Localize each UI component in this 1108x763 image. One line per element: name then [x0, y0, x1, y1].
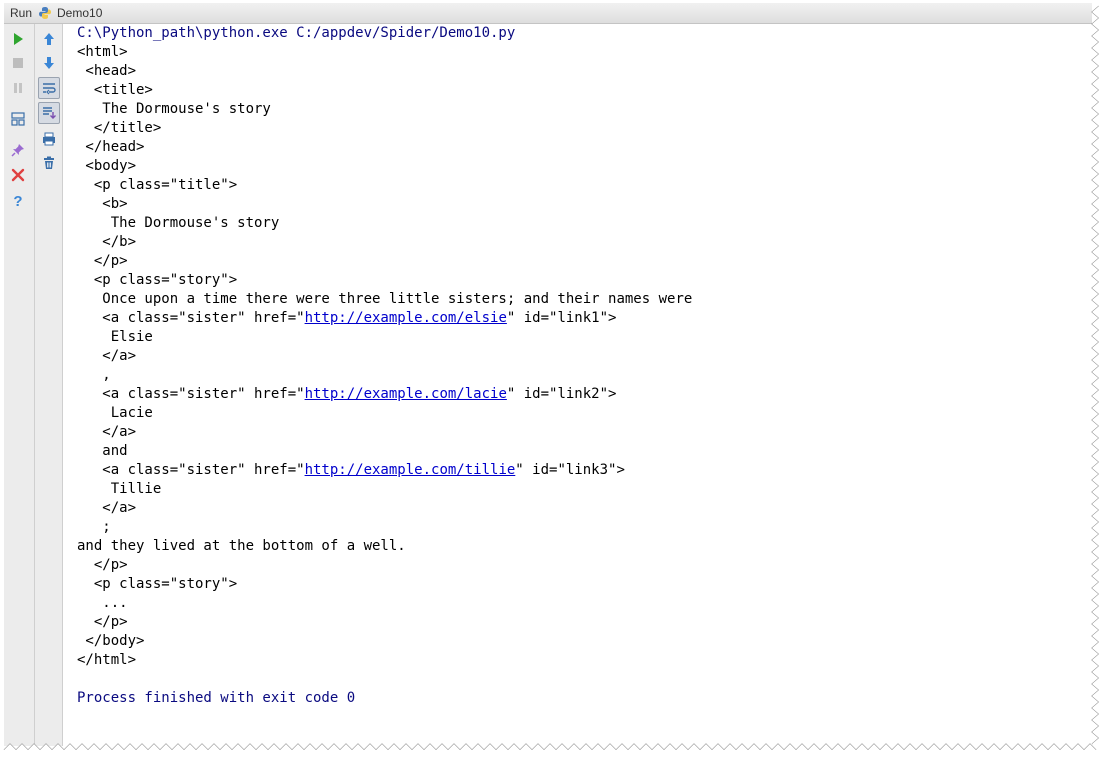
output-line-with-link: <a class="sister" href="http://example.c…	[77, 385, 692, 404]
output-line: </p>	[77, 253, 128, 269]
close-icon[interactable]	[7, 164, 29, 186]
output-text: " id="link3">	[515, 462, 625, 478]
output-line-with-link: <a class="sister" href="http://example.c…	[77, 461, 692, 480]
run-tool-window-header: Run Demo10	[4, 3, 1092, 24]
soft-wrap-icon[interactable]	[38, 77, 60, 99]
output-line: <b>	[77, 196, 128, 212]
output-line-with-link: <a class="sister" href="http://example.c…	[77, 309, 692, 328]
output-line: Tillie	[77, 481, 162, 497]
output-line: and	[77, 443, 128, 459]
output-line: <p class="story">	[77, 576, 238, 592]
output-line: Once upon a time there were three little…	[77, 291, 693, 307]
print-icon[interactable]	[38, 128, 60, 150]
pin-icon[interactable]	[7, 139, 29, 161]
svg-text:?: ?	[13, 193, 22, 208]
output-text: <a class="sister" href="	[77, 386, 305, 402]
tab-demo10[interactable]: Demo10	[57, 6, 102, 20]
output-line: </title>	[77, 120, 162, 136]
scroll-to-end-icon[interactable]	[38, 102, 60, 124]
output-line: </p>	[77, 614, 128, 630]
output-text: " id="link2">	[506, 386, 617, 402]
toolbar-divider	[34, 24, 35, 746]
trash-icon[interactable]	[38, 152, 60, 174]
pause-icon[interactable]	[7, 77, 29, 99]
help-icon[interactable]: ?	[7, 189, 29, 211]
output-line: <title>	[77, 82, 153, 98]
output-hyperlink[interactable]: http://example.com/tillie	[305, 462, 516, 478]
rerun-icon[interactable]	[7, 28, 29, 50]
up-arrow-icon[interactable]	[38, 28, 60, 50]
output-line: ...	[77, 595, 128, 611]
output-line: and they lived at the bottom of a well.	[77, 538, 406, 554]
exit-message: Process finished with exit code 0	[77, 690, 356, 706]
output-line: <p class="title">	[77, 177, 238, 193]
console-lines: C:\Python_path\python.exe C:/appdev/Spid…	[77, 24, 692, 708]
output-line: The Dormouse's story	[77, 215, 280, 231]
output-line: </head>	[77, 139, 145, 155]
run-toolbar: ?	[4, 24, 63, 746]
output-line: </body>	[77, 633, 145, 649]
output-line: The Dormouse's story	[77, 101, 271, 117]
output-line: ;	[77, 519, 111, 535]
output-line: <p class="story">	[77, 272, 238, 288]
down-arrow-icon[interactable]	[38, 52, 60, 74]
output-line: ,	[77, 367, 111, 383]
output-line: <html>	[77, 44, 128, 60]
output-text: <a class="sister" href="	[77, 462, 305, 478]
output-line: Lacie	[77, 405, 153, 421]
output-line: </b>	[77, 234, 137, 250]
output-line: </html>	[77, 652, 137, 668]
output-hyperlink[interactable]: http://example.com/lacie	[305, 386, 507, 402]
layout-icon[interactable]	[7, 108, 29, 130]
output-line: </p>	[77, 557, 128, 573]
output-line: </a>	[77, 500, 137, 516]
run-window: Run Demo10 ? C:\Python_path\python.exe C…	[0, 0, 1108, 763]
output-line: </a>	[77, 424, 137, 440]
output-line: <head>	[77, 63, 137, 79]
console-output[interactable]: C:\Python_path\python.exe C:/appdev/Spid…	[64, 24, 1094, 746]
python-icon	[38, 6, 52, 20]
output-line: Elsie	[77, 329, 153, 345]
output-hyperlink[interactable]: http://example.com/elsie	[305, 310, 507, 326]
output-text: <a class="sister" href="	[77, 310, 305, 326]
output-line: <body>	[77, 158, 137, 174]
output-text: " id="link1">	[506, 310, 617, 326]
stop-icon[interactable]	[7, 52, 29, 74]
command-line: C:\Python_path\python.exe C:/appdev/Spid…	[77, 25, 516, 41]
run-label: Run	[10, 6, 33, 20]
output-line: </a>	[77, 348, 137, 364]
